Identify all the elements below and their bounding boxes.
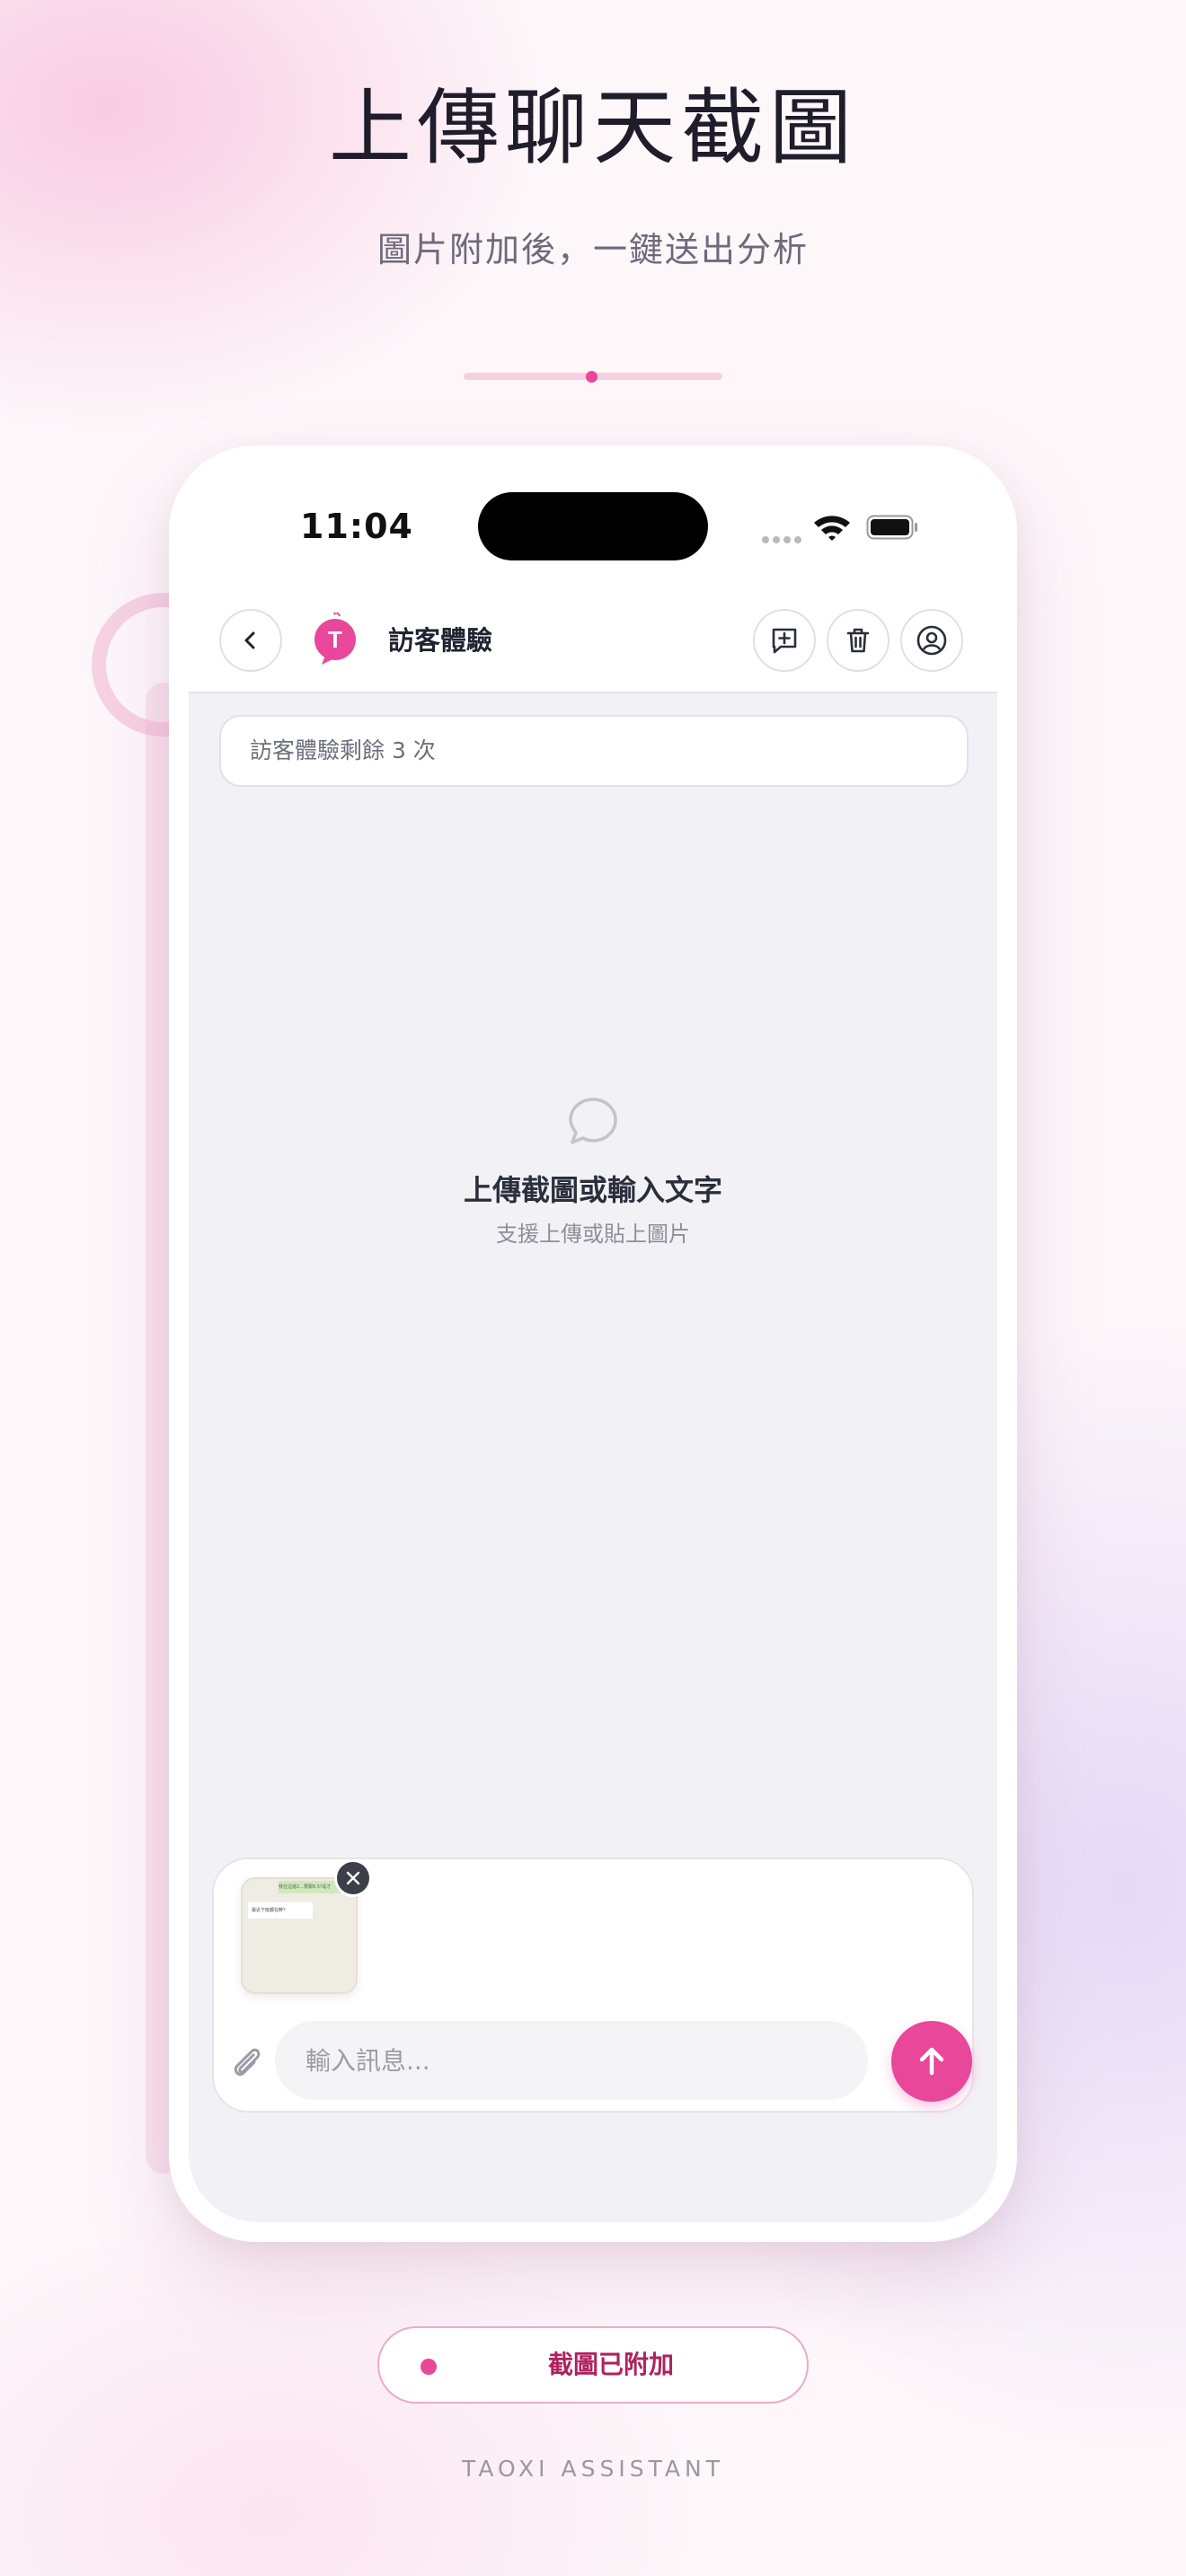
message-composer: 我在這邊2...要跟8,5?是才 最近下班都在幹？ [212, 1857, 974, 2113]
chat-bubble-icon [569, 1098, 617, 1144]
brand-name: TAOXI ASSISTANT [461, 2456, 724, 2482]
message-input[interactable] [275, 2021, 868, 2100]
back-button[interactable] [219, 609, 282, 672]
cellular-signal-icon [762, 530, 805, 547]
guest-quota-banner: 訪客體驗剩餘 3 次 [219, 715, 969, 787]
phone-screen: 11:04 T 訪客體驗 訪客體驗剩餘 3 次 上傳截圖或輸入文字 支援上傳或貼… [189, 465, 997, 2222]
new-chat-button[interactable] [753, 609, 816, 672]
status-bar: 11:04 [189, 465, 997, 591]
chevron-left-icon [244, 631, 255, 649]
send-button[interactable] [891, 2021, 972, 2102]
status-time: 11:04 [300, 507, 413, 546]
arrow-up-icon [919, 2047, 944, 2076]
remove-attachment-button[interactable] [334, 1859, 372, 1897]
svg-text:T: T [328, 626, 342, 653]
attachment-thumbnail[interactable]: 我在這邊2...要跟8,5?是才 最近下班都在幹？ [241, 1877, 358, 1994]
battery-icon [866, 515, 917, 540]
guest-quota-text: 訪客體驗剩餘 3 次 [250, 737, 436, 763]
delete-button[interactable] [827, 609, 890, 672]
new-chat-icon [772, 628, 797, 654]
attachment-status-pill: 截圖已附加 [377, 2326, 809, 2404]
app-bar: T 訪客體驗 [189, 591, 997, 693]
chat-title: 訪客體驗 [388, 625, 493, 656]
wifi-icon [814, 516, 850, 541]
empty-state-title: 上傳截圖或輸入文字 [463, 1173, 722, 1207]
paperclip-icon[interactable] [226, 2042, 266, 2082]
empty-state-subtitle: 支援上傳或貼上圖片 [496, 1222, 690, 1247]
app-logo-icon: T [314, 613, 356, 665]
dynamic-island [478, 492, 708, 560]
trash-icon [846, 628, 870, 653]
hero-title: 上傳聊天截圖 [328, 80, 857, 176]
user-circle-icon [916, 625, 947, 656]
attachment-status-text: 截圖已附加 [547, 2350, 674, 2379]
hero-subtitle: 圖片附加後，一鍵送出分析 [376, 230, 809, 269]
attachment-preview-message: 最近下班都在幹？ [248, 1902, 313, 1919]
close-icon [346, 1871, 360, 1885]
profile-button[interactable] [900, 609, 963, 672]
page-indicator-dot [586, 371, 597, 383]
